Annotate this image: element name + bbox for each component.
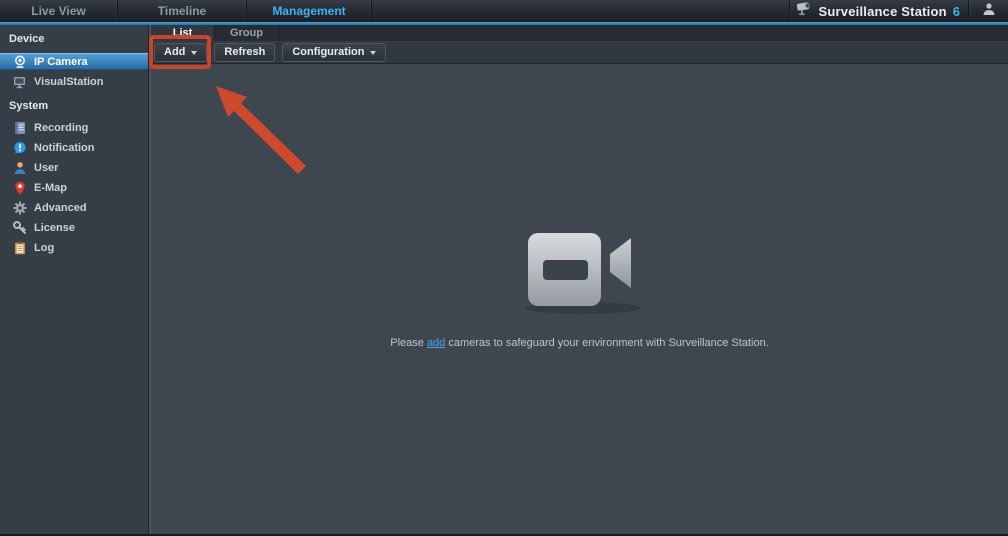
sidebar-item-advanced[interactable]: Advanced bbox=[0, 198, 148, 218]
sidebar-item-log[interactable]: Log bbox=[0, 238, 148, 258]
sidebar-item-label: User bbox=[34, 162, 58, 174]
nav-tab-timeline[interactable]: Timeline bbox=[118, 0, 247, 22]
account-menu-button[interactable] bbox=[968, 0, 1008, 22]
message-prefix: Please bbox=[390, 337, 427, 349]
add-button[interactable]: Add bbox=[154, 43, 207, 62]
sidebar-item-license[interactable]: License bbox=[0, 218, 148, 238]
sidebar-item-ip-camera[interactable]: IP Camera bbox=[0, 53, 148, 70]
top-navigation-bar: Live View Timeline Management Surveillan… bbox=[0, 0, 1008, 22]
sidebar-item-label: License bbox=[34, 222, 75, 234]
configuration-button-label: Configuration bbox=[292, 46, 364, 58]
sidebar-item-label: Advanced bbox=[34, 202, 87, 214]
refresh-button-label: Refresh bbox=[224, 46, 265, 58]
person-icon bbox=[13, 161, 27, 175]
clipboard-icon bbox=[13, 241, 27, 255]
sidebar-section-system: System bbox=[0, 92, 148, 118]
configuration-button[interactable]: Configuration bbox=[282, 43, 386, 62]
user-silhouette-icon bbox=[982, 2, 996, 21]
notebook-icon bbox=[13, 121, 27, 135]
main-panel: List Group Add Refresh Configuration bbox=[151, 25, 1008, 534]
sidebar-item-label: IP Camera bbox=[34, 56, 88, 68]
chevron-down-icon bbox=[370, 51, 376, 55]
surveillance-station-window: Live View Timeline Management Surveillan… bbox=[0, 0, 1008, 536]
video-camera-illustration bbox=[516, 227, 643, 324]
camera-toolbar: Add Refresh Configuration bbox=[151, 41, 1008, 64]
sidebar-item-label: E-Map bbox=[34, 182, 67, 194]
chevron-down-icon bbox=[191, 51, 197, 55]
message-suffix: cameras to safeguard your environment wi… bbox=[445, 337, 768, 349]
sidebar-section-device: Device bbox=[0, 25, 148, 51]
app-version: 6 bbox=[953, 4, 960, 19]
camera-list-empty-state: Please add cameras to safeguard your env… bbox=[151, 64, 1008, 534]
sidebar-item-label: Recording bbox=[34, 122, 88, 134]
tab-list[interactable]: List bbox=[151, 25, 215, 41]
topbar-spacer bbox=[372, 0, 789, 22]
sidebar-item-e-map[interactable]: E-Map bbox=[0, 178, 148, 198]
nav-tab-live-view[interactable]: Live View bbox=[0, 0, 118, 22]
webcam-icon bbox=[13, 55, 27, 69]
sidebar-item-recording[interactable]: Recording bbox=[0, 118, 148, 138]
app-branding: Surveillance Station 6 bbox=[789, 0, 969, 22]
empty-state-message: Please add cameras to safeguard your env… bbox=[390, 337, 769, 349]
sidebar-item-label: Notification bbox=[34, 142, 95, 154]
sidebar-item-user[interactable]: User bbox=[0, 158, 148, 178]
app-title: Surveillance Station bbox=[819, 4, 947, 19]
cctv-camera-icon bbox=[796, 1, 813, 21]
sidebar-item-label: Log bbox=[34, 242, 54, 254]
tab-group[interactable]: Group bbox=[215, 25, 279, 41]
exclamation-bubble-icon bbox=[13, 141, 27, 155]
gear-icon bbox=[13, 201, 27, 215]
nav-tab-management[interactable]: Management bbox=[247, 0, 372, 22]
sidebar-item-visualstation[interactable]: VisualStation bbox=[0, 72, 148, 92]
monitor-icon bbox=[13, 75, 27, 89]
sidebar: Device IP Camera bbox=[0, 25, 148, 534]
sidebar-item-label: VisualStation bbox=[34, 76, 103, 88]
add-cameras-link[interactable]: add bbox=[427, 337, 445, 349]
add-button-label: Add bbox=[164, 46, 185, 58]
view-tabbar: List Group bbox=[151, 25, 1008, 41]
key-icon bbox=[13, 221, 27, 235]
map-pin-icon bbox=[13, 181, 27, 195]
sidebar-item-notification[interactable]: Notification bbox=[0, 138, 148, 158]
refresh-button[interactable]: Refresh bbox=[214, 43, 275, 62]
